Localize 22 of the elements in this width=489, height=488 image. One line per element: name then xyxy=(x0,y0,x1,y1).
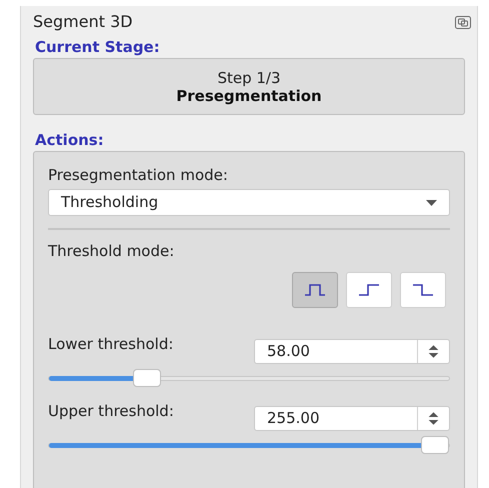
threshold-spinbox[interactable]: 255.00 xyxy=(254,406,450,431)
step-up-curve-icon xyxy=(357,281,381,299)
threshold-mode-button[interactable] xyxy=(400,272,446,308)
field-label: Threshold mode: xyxy=(48,242,176,260)
threshold-label: Lower threshold: xyxy=(48,336,174,352)
band-pass-curve-icon xyxy=(303,281,327,299)
step-counter: Step 1/3 xyxy=(217,68,281,86)
threshold-spinbox[interactable]: 58.00 xyxy=(254,339,450,364)
section-heading: Actions: xyxy=(35,131,105,149)
field-label: Presegmentation mode: xyxy=(48,166,229,184)
panel-title: Segment 3D xyxy=(33,11,133,33)
threshold-mode-button[interactable] xyxy=(346,272,392,308)
float-window-icon[interactable] xyxy=(455,16,471,28)
step-down-curve-icon xyxy=(411,281,435,299)
stage-name: Presegmentation xyxy=(176,86,322,104)
section-heading: Current Stage: xyxy=(35,38,161,56)
mode-dropdown[interactable]: Thresholding xyxy=(48,189,450,216)
slider-handle[interactable] xyxy=(133,369,162,387)
caret-icon xyxy=(426,200,437,206)
slider-handle[interactable] xyxy=(421,436,449,454)
threshold-label: Upper threshold: xyxy=(48,403,175,419)
threshold-mode-button[interactable] xyxy=(292,272,338,308)
